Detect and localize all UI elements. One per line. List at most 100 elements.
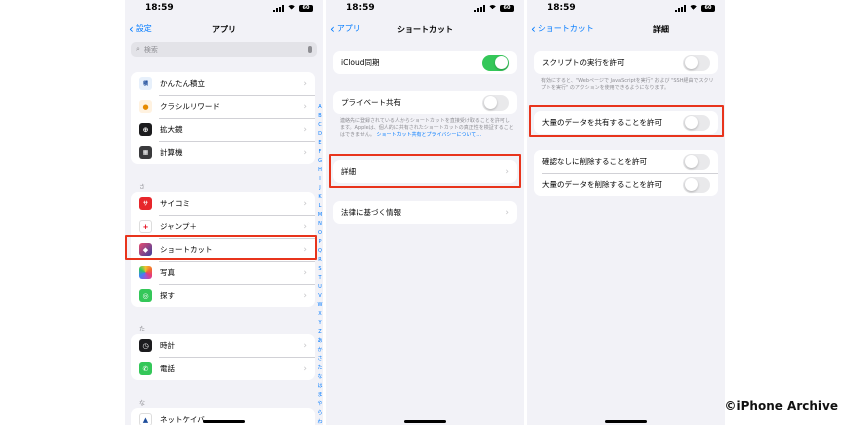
cellular-signal-icon: [675, 5, 686, 12]
status-bar: 18:59 60: [326, 3, 524, 15]
delete-bulk-toggle[interactable]: [683, 176, 710, 193]
chevron-right-icon: ›: [303, 267, 307, 278]
index-letter[interactable]: あ: [317, 337, 322, 346]
index-letter[interactable]: V: [318, 292, 321, 301]
clock-icon: ◷: [139, 339, 152, 352]
status-bar: 18:59 60: [125, 3, 323, 15]
index-letter[interactable]: H: [318, 166, 322, 175]
index-letter[interactable]: さ: [317, 355, 322, 364]
delete-bulk-label: 大量のデータを削除することを許可: [542, 180, 662, 189]
index-letter[interactable]: は: [317, 382, 322, 391]
index-letter[interactable]: X: [318, 310, 321, 319]
home-indicator: [404, 420, 446, 423]
privacy-link[interactable]: ショートカット共有とプライバシーについて…: [376, 132, 481, 138]
app-row-saikomi[interactable]: サ サイコミ ›: [131, 192, 315, 215]
index-letter[interactable]: ら: [317, 409, 322, 418]
delete-group: 確認なしに削除することを許可 大量のデータを削除することを許可: [534, 150, 718, 196]
private-sharing-label: プライベート共有: [341, 98, 401, 107]
status-bar: 18:59 60: [527, 3, 725, 15]
nav-bar: ‹ アプリ ショートカット: [326, 22, 524, 38]
jump-plus-icon: +: [139, 220, 152, 233]
home-indicator: [203, 420, 245, 423]
icloud-group: iCloud同期: [333, 51, 517, 74]
index-letter[interactable]: Q: [318, 247, 322, 256]
section-header-ta: た: [139, 326, 146, 333]
status-time: 18:59: [346, 3, 375, 13]
delete-without-confirm-toggle[interactable]: [683, 153, 710, 170]
app-row-clock[interactable]: ◷ 時計 ›: [131, 334, 315, 357]
index-letter[interactable]: D: [318, 130, 322, 139]
chevron-right-icon: ›: [303, 221, 307, 232]
index-letter[interactable]: W: [318, 301, 323, 310]
app-label: 写真: [160, 268, 175, 277]
private-sharing-row: プライベート共有: [333, 91, 517, 114]
app-row-magnifier[interactable]: ⊕ 拡大鏡 ›: [131, 118, 315, 141]
page-title: ショートカット: [397, 25, 453, 34]
app-label: サイコミ: [160, 199, 190, 208]
chevron-right-icon: ›: [303, 101, 307, 112]
chevron-right-icon: ›: [505, 207, 509, 218]
app-row-find-my[interactable]: ◎ 探す ›: [131, 284, 315, 307]
index-letter[interactable]: G: [318, 157, 322, 166]
index-letter[interactable]: B: [318, 112, 321, 121]
index-letter[interactable]: N: [318, 220, 322, 229]
index-letter[interactable]: M: [318, 211, 322, 220]
legal-row[interactable]: 法律に基づく情報 ›: [333, 201, 517, 224]
index-letter[interactable]: J: [319, 184, 320, 193]
index-letter[interactable]: F: [319, 148, 322, 157]
index-letter[interactable]: O: [318, 229, 322, 238]
legal-group: 法律に基づく情報 ›: [333, 201, 517, 224]
index-letter[interactable]: L: [319, 202, 322, 211]
index-letter[interactable]: た: [317, 364, 322, 373]
script-group: スクリプトの実行を許可: [534, 51, 718, 74]
index-letter[interactable]: ま: [317, 391, 322, 400]
index-letter[interactable]: S: [318, 265, 321, 274]
index-letter[interactable]: U: [318, 283, 322, 292]
index-letter[interactable]: や: [317, 400, 322, 409]
index-letter[interactable]: E: [318, 139, 321, 148]
app-label: かんたん積立: [160, 79, 205, 88]
search-placeholder: 検索: [143, 45, 158, 54]
index-letter[interactable]: か: [317, 346, 322, 355]
icloud-sync-label: iCloud同期: [341, 58, 380, 67]
index-letter[interactable]: な: [317, 373, 322, 382]
app-row-calculator[interactable]: ▦ 計算機 ›: [131, 141, 315, 164]
allow-script-toggle[interactable]: [683, 54, 710, 71]
page-title: 詳細: [653, 25, 669, 34]
index-letter[interactable]: T: [318, 274, 321, 283]
section-index-bar[interactable]: ABCDEFGHIJKLMNOPQRSTUVWXYZあかさたなはまやらわ#: [317, 103, 323, 425]
legal-label: 法律に基づく情報: [341, 208, 401, 217]
index-letter[interactable]: わ: [317, 418, 322, 425]
app-row-kantan[interactable]: 積 かんたん積立 ›: [131, 72, 315, 95]
index-letter[interactable]: I: [319, 175, 320, 184]
back-button-shortcuts[interactable]: ‹ ショートカット: [531, 23, 594, 35]
allow-script-label: スクリプトの実行を許可: [542, 58, 625, 67]
index-letter[interactable]: Y: [318, 319, 321, 328]
photos-icon: [139, 266, 152, 279]
app-row-kurashiru[interactable]: ● クラシルリワード ›: [131, 95, 315, 118]
highlight-share-row: [529, 105, 724, 137]
index-letter[interactable]: Z: [318, 328, 321, 337]
index-letter[interactable]: C: [318, 121, 322, 130]
section-header-na: な: [139, 400, 146, 407]
battery-icon: 60: [701, 5, 715, 12]
chevron-right-icon: ›: [303, 124, 307, 135]
index-letter[interactable]: K: [318, 193, 321, 202]
wifi-icon: [287, 5, 296, 12]
index-letter[interactable]: R: [318, 256, 321, 265]
search-field[interactable]: ⌕ 検索: [131, 42, 317, 57]
watermark: ©iPhone Archive: [724, 399, 839, 413]
battery-icon: 60: [299, 5, 313, 12]
index-letter[interactable]: P: [318, 238, 321, 247]
page-title: アプリ: [212, 25, 236, 34]
app-row-photos[interactable]: 写真 ›: [131, 261, 315, 284]
microphone-icon[interactable]: [308, 46, 312, 53]
private-sharing-toggle[interactable]: [482, 94, 509, 111]
highlight-shortcuts-row: [125, 235, 317, 260]
home-indicator: [605, 420, 647, 423]
kantan-tsumitate-icon: 積: [139, 77, 152, 90]
icloud-sync-toggle[interactable]: [482, 54, 509, 71]
index-letter[interactable]: A: [318, 103, 321, 112]
app-row-phone[interactable]: ✆ 電話 ›: [131, 357, 315, 380]
private-sharing-note: 連絡先に登録されている人からショートカットを直接受け取ることを許可します。App…: [340, 118, 514, 139]
